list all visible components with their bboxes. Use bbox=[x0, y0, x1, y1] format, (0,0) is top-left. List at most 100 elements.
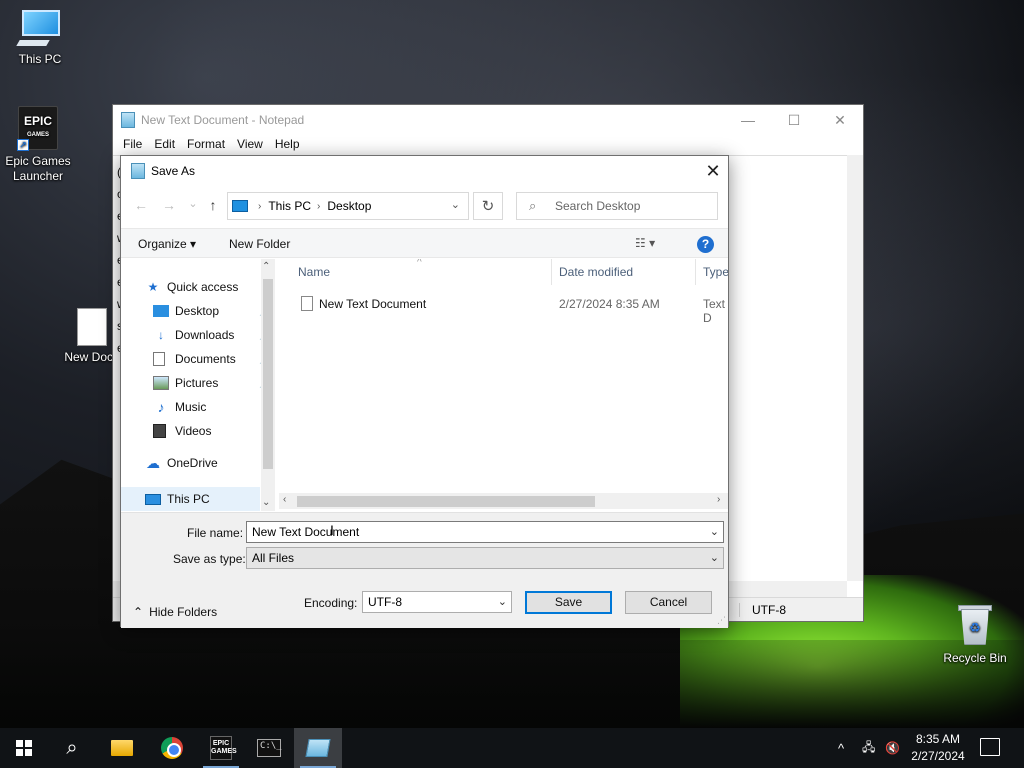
notepad-icon bbox=[305, 739, 331, 757]
view-options-icon[interactable]: ☷ ▾ bbox=[635, 236, 655, 250]
desktop-icon-label: Recycle Bin bbox=[943, 651, 1007, 665]
address-bar[interactable]: › This PC › Desktop ⌄ bbox=[227, 192, 469, 220]
desktop-icon-label: This PC bbox=[18, 52, 62, 66]
save-as-type-label: Save as type: bbox=[173, 552, 246, 566]
cancel-button[interactable]: Cancel bbox=[625, 591, 712, 614]
nav-item-desktop[interactable]: Desktop📌 bbox=[153, 301, 271, 321]
help-icon[interactable]: ? bbox=[697, 236, 714, 253]
up-arrow-icon[interactable]: ↑ bbox=[203, 197, 223, 215]
scroll-right-icon[interactable]: › bbox=[717, 494, 720, 505]
menu-edit[interactable]: Edit bbox=[148, 135, 181, 155]
breadcrumb-desktop[interactable]: Desktop bbox=[327, 199, 371, 213]
column-header-name[interactable]: Name bbox=[298, 259, 330, 285]
this-pc-icon bbox=[232, 200, 248, 212]
column-header-date-modified[interactable]: Date modified bbox=[559, 259, 633, 285]
cloud-icon: ☁ bbox=[146, 455, 160, 471]
notepad-icon bbox=[131, 163, 145, 179]
search-input[interactable]: Search Desktop bbox=[555, 199, 640, 213]
forward-arrow-icon[interactable]: → bbox=[159, 197, 179, 215]
scrollbar-thumb[interactable] bbox=[263, 279, 273, 469]
nav-item-this-pc[interactable]: This PC bbox=[145, 489, 210, 509]
encoding-select[interactable]: UTF-8 ⌄ bbox=[362, 591, 512, 613]
this-pc-icon bbox=[145, 493, 161, 505]
pictures-icon bbox=[153, 376, 169, 390]
save-button[interactable]: Save bbox=[525, 591, 612, 614]
chevron-down-icon[interactable]: ⌄ bbox=[710, 548, 719, 568]
notepad-taskbar-button[interactable] bbox=[294, 728, 342, 768]
back-arrow-icon[interactable]: ← bbox=[131, 197, 151, 215]
maximize-button[interactable]: ☐ bbox=[771, 105, 817, 135]
menu-file[interactable]: File bbox=[117, 135, 148, 155]
new-folder-button[interactable]: New Folder bbox=[229, 237, 290, 251]
organize-button[interactable]: Organize ▾ bbox=[138, 237, 196, 251]
save-as-dialog[interactable]: Save As ✕ ← → ⌄ ↑ › This PC › Desktop ⌄ … bbox=[120, 155, 729, 628]
chevron-down-icon[interactable]: ⌄ bbox=[451, 198, 460, 211]
nav-pane-scrollbar[interactable]: ⌃ ⌄ bbox=[261, 259, 275, 511]
nav-item-downloads[interactable]: ↓ Downloads📌 bbox=[153, 325, 271, 345]
menu-help[interactable]: Help bbox=[269, 135, 306, 155]
search-box[interactable]: ⌕ Search Desktop bbox=[516, 192, 718, 220]
menu-format[interactable]: Format bbox=[181, 135, 231, 155]
file-row[interactable]: New Text Document 2/27/2024 8:35 AM Text… bbox=[279, 293, 728, 325]
nav-item-onedrive[interactable]: ☁ OneDrive bbox=[145, 453, 218, 473]
column-header-type[interactable]: Type bbox=[703, 259, 728, 285]
chevron-down-icon[interactable]: ⌄ bbox=[710, 522, 719, 542]
clock[interactable]: 8:35 AM 2/27/2024 bbox=[905, 731, 971, 765]
network-icon[interactable]: 🖧 bbox=[862, 728, 875, 768]
notification-center-icon[interactable] bbox=[980, 738, 1000, 756]
text-document-icon bbox=[301, 296, 313, 311]
desktop-icon-label: Epic Games Launcher bbox=[5, 154, 71, 183]
scroll-down-icon[interactable]: ⌄ bbox=[262, 497, 270, 508]
command-prompt-button[interactable]: C:\_ bbox=[245, 728, 293, 768]
minimize-button[interactable]: — bbox=[725, 105, 771, 135]
file-name: New Text Document bbox=[319, 297, 427, 311]
close-button[interactable]: ✕ bbox=[817, 105, 863, 135]
nav-item-quick-access[interactable]: ★ Quick access bbox=[145, 277, 239, 297]
epic-games-icon: EPIC GAMES ↗ bbox=[17, 106, 58, 151]
recent-locations-chevron-icon[interactable]: ⌄ bbox=[183, 197, 203, 215]
desktop-icon-this-pc[interactable]: This PC bbox=[0, 10, 80, 67]
epic-games-taskbar-button[interactable]: EPIC GAMES bbox=[197, 728, 245, 768]
scroll-up-icon[interactable]: ⌃ bbox=[262, 261, 270, 272]
command-bar: Organize ▾ New Folder ☷ ▾ ? bbox=[121, 228, 728, 258]
scrollbar-thumb[interactable] bbox=[297, 496, 595, 507]
search-icon[interactable]: ⌕ bbox=[48, 728, 96, 768]
music-icon: ♪ bbox=[157, 399, 165, 415]
nav-item-documents[interactable]: Documents📌 bbox=[153, 349, 271, 369]
volume-muted-icon[interactable]: 🔇 bbox=[885, 728, 900, 768]
notepad-title: New Text Document - Notepad bbox=[141, 113, 305, 127]
recycle-bin-icon: ♻ bbox=[958, 603, 992, 647]
desktop-icon-epic-games[interactable]: EPIC GAMES ↗ Epic Games Launcher bbox=[0, 106, 78, 184]
scroll-left-icon[interactable]: ‹ bbox=[283, 494, 286, 505]
chevron-down-icon[interactable]: ⌄ bbox=[498, 592, 507, 612]
nav-item-videos[interactable]: Videos bbox=[153, 421, 211, 441]
videos-icon bbox=[153, 424, 166, 438]
epic-games-icon: EPIC GAMES bbox=[210, 736, 237, 760]
text-document-icon bbox=[77, 308, 107, 346]
notepad-vertical-scrollbar[interactable] bbox=[847, 155, 863, 581]
file-list-horizontal-scrollbar[interactable]: ‹ › bbox=[279, 493, 728, 509]
start-button[interactable] bbox=[0, 728, 48, 768]
file-name-input[interactable]: New Text Document ⌄ bbox=[246, 521, 724, 543]
nav-item-pictures[interactable]: Pictures📌 bbox=[153, 373, 271, 393]
dialog-titlebar[interactable]: Save As bbox=[121, 156, 728, 186]
sort-ascending-icon: ^ bbox=[417, 259, 422, 268]
file-explorer-button[interactable] bbox=[98, 728, 146, 768]
chrome-button[interactable] bbox=[148, 728, 196, 768]
desktop-icon-recycle-bin[interactable]: ♻ Recycle Bin bbox=[935, 603, 1015, 666]
text-cursor-icon: I bbox=[330, 522, 334, 538]
dialog-close-button[interactable]: ✕ bbox=[698, 156, 728, 186]
menu-view[interactable]: View bbox=[231, 135, 269, 155]
save-as-type-select[interactable]: All Files ⌄ bbox=[246, 547, 724, 569]
navigation-bar: ← → ⌄ ↑ › This PC › Desktop ⌄ ↻ ⌕ Search… bbox=[121, 190, 728, 222]
hide-folders-button[interactable]: ⌃ Hide Folders bbox=[133, 605, 217, 619]
search-icon: ⌕ bbox=[529, 198, 537, 213]
show-hidden-icons-button[interactable]: ^ bbox=[838, 728, 844, 768]
resize-grip-icon[interactable]: ⋰ bbox=[717, 615, 726, 626]
refresh-button[interactable]: ↻ bbox=[473, 192, 503, 220]
nav-item-music[interactable]: ♪ Music bbox=[153, 397, 207, 417]
breadcrumb-this-pc[interactable]: This PC bbox=[268, 199, 311, 213]
file-list[interactable]: ^ Name Date modified Type New Text Docum… bbox=[279, 259, 728, 509]
documents-icon bbox=[153, 352, 165, 366]
shortcut-arrow-icon: ↗ bbox=[17, 139, 29, 151]
